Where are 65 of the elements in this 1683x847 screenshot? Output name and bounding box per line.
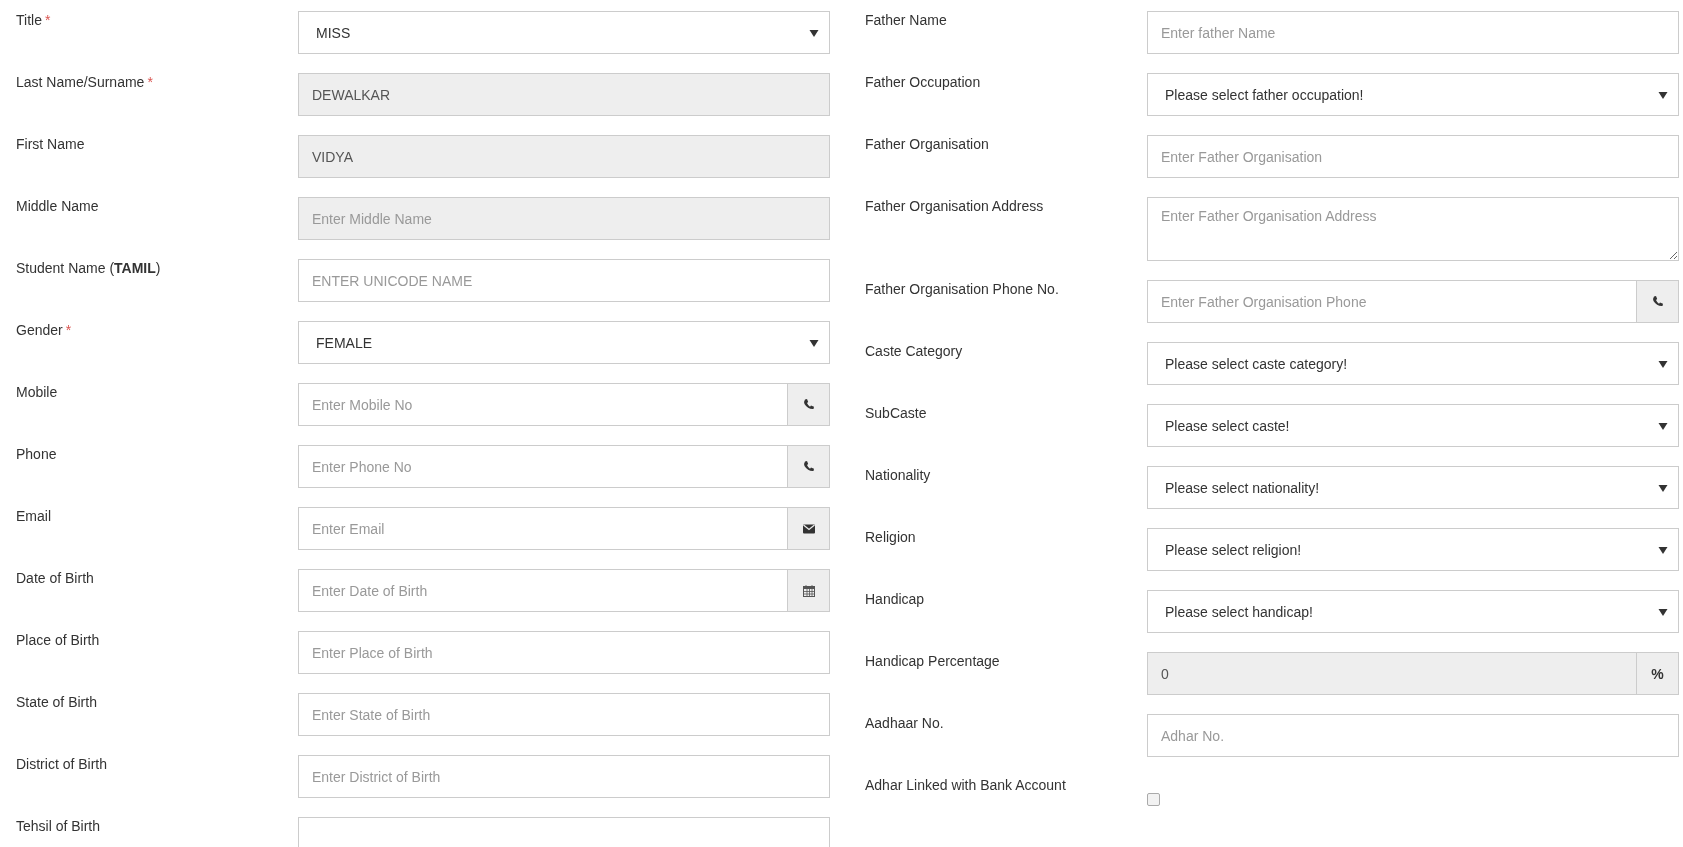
field-label: Handicap bbox=[865, 591, 925, 607]
field-label: Adhar Linked with Bank Account bbox=[865, 777, 1066, 793]
dropdown[interactable]: FEMALE bbox=[298, 321, 830, 364]
field-label: State of Birth bbox=[16, 694, 97, 710]
dropdown[interactable]: Please select caste! bbox=[1147, 404, 1679, 447]
dropdown[interactable]: Please select nationality! bbox=[1147, 466, 1679, 509]
caret-icon bbox=[809, 27, 819, 38]
caret-icon bbox=[1658, 544, 1668, 555]
phone-icon bbox=[801, 397, 816, 412]
field-label: Father Occupation bbox=[865, 74, 981, 90]
field-label: Father Organisation Address bbox=[865, 198, 1044, 214]
checkbox[interactable] bbox=[1147, 793, 1160, 806]
field-label: Title bbox=[16, 12, 42, 28]
caret-icon bbox=[1658, 606, 1668, 617]
field-label: Mobile bbox=[16, 384, 58, 400]
field-label: Religion bbox=[865, 529, 916, 545]
field-label: Nationality bbox=[865, 467, 931, 483]
phone-icon bbox=[1650, 294, 1665, 309]
input-field[interactable]: Enter Father Organisation Phone bbox=[1147, 280, 1637, 323]
field-label: Caste Category bbox=[865, 343, 963, 359]
calendar-icon bbox=[801, 583, 816, 598]
input-field[interactable]: Enter Phone No bbox=[298, 445, 788, 488]
dropdown[interactable]: MISS bbox=[298, 11, 830, 54]
required-asterisk: * bbox=[44, 12, 51, 28]
field-label: Aadhaar No. bbox=[865, 715, 944, 731]
input-field[interactable]: Enter State of Birth bbox=[298, 693, 830, 736]
field-label: Place of Birth bbox=[16, 632, 100, 648]
field-label: Gender bbox=[16, 322, 63, 338]
unit-addon: % bbox=[1637, 652, 1679, 695]
address-field[interactable]: Enter Father Organisation Address bbox=[1147, 197, 1679, 261]
field-label: SubCaste bbox=[865, 405, 927, 421]
field-label: Father Organisation bbox=[865, 136, 989, 152]
input-field[interactable]: ENTER UNICODE NAME bbox=[298, 259, 830, 302]
caret-icon bbox=[1658, 358, 1668, 369]
field-label: Handicap Percentage bbox=[865, 653, 1000, 669]
field-label: Phone bbox=[16, 446, 57, 462]
field-label: Father Organisation Phone No. bbox=[865, 281, 1059, 297]
caret-icon bbox=[1658, 420, 1668, 431]
dropdown[interactable]: Please select father occupation! bbox=[1147, 73, 1679, 116]
caret-icon bbox=[1658, 89, 1668, 100]
input-field[interactable]: Enter father Name bbox=[1147, 11, 1679, 54]
dropdown[interactable]: Please select caste category! bbox=[1147, 342, 1679, 385]
caret-icon bbox=[1658, 482, 1668, 493]
input-field[interactable]: Enter Date of Birth bbox=[298, 569, 788, 612]
input-field[interactable]: Enter District of Birth bbox=[298, 755, 830, 798]
field-label: First Name bbox=[16, 136, 85, 152]
field-label: Student Name (TAMIL) bbox=[16, 260, 161, 276]
field-label: Last Name/Surname bbox=[16, 74, 145, 90]
field-label: Email bbox=[16, 508, 51, 524]
caret-icon bbox=[809, 337, 819, 348]
field-label: Middle Name bbox=[16, 198, 99, 214]
field-label: Date of Birth bbox=[16, 570, 94, 586]
field-label: District of Birth bbox=[16, 756, 107, 772]
field-label: Tehsil of Birth bbox=[16, 818, 101, 834]
input-field[interactable]: Adhar No. bbox=[1147, 714, 1679, 757]
required-asterisk: * bbox=[65, 322, 72, 338]
required-asterisk: * bbox=[147, 74, 153, 90]
input-field[interactable]: Enter Place of Birth bbox=[298, 631, 830, 674]
input-field[interactable]: Enter Email bbox=[298, 507, 788, 550]
dropdown[interactable]: Please select handicap! bbox=[1147, 590, 1679, 633]
phone-icon bbox=[801, 459, 816, 474]
field-label: Father Name bbox=[865, 12, 947, 28]
input-field[interactable]: Enter Father Organisation bbox=[1147, 135, 1679, 178]
dropdown[interactable]: Please select religion! bbox=[1147, 528, 1679, 571]
input-field[interactable]: Enter Mobile No bbox=[298, 383, 788, 426]
